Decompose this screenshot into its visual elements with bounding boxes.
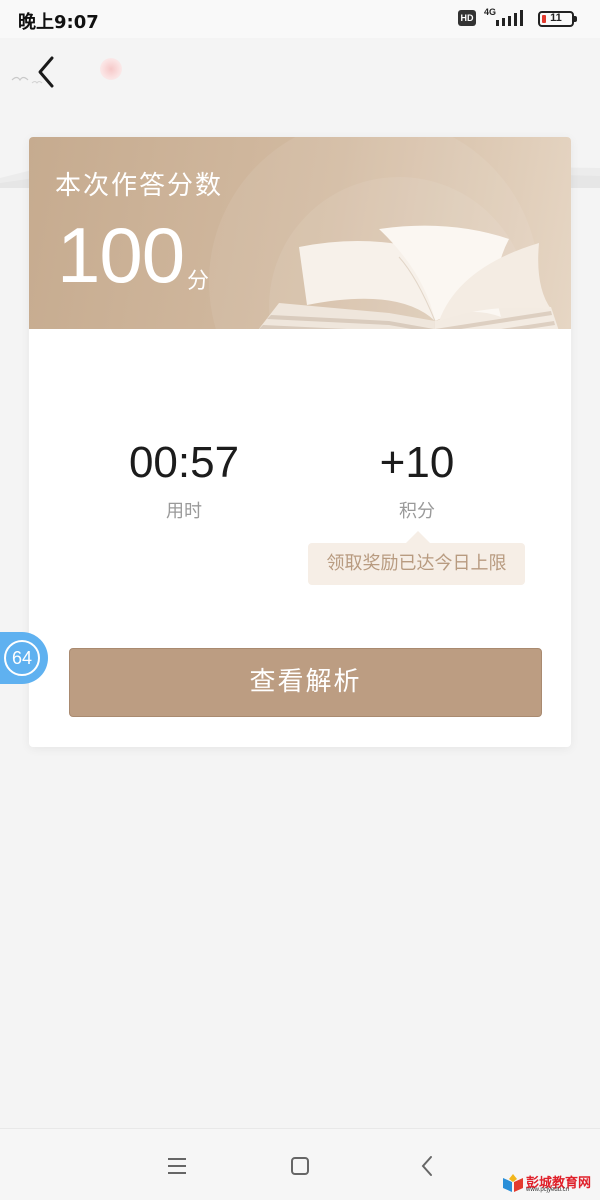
menu-button[interactable] xyxy=(162,1151,192,1181)
back-arrow-icon xyxy=(38,56,54,88)
sun-decor xyxy=(100,58,122,80)
status-time: 晚上9:07 xyxy=(18,12,99,33)
battery-level: 11 xyxy=(550,12,562,24)
system-nav-bar: 彭城教育网 www.pcjyedu.cn xyxy=(0,1128,600,1200)
time-value: 00:57 xyxy=(128,438,240,487)
score-unit: 分 xyxy=(187,269,210,294)
back-button[interactable] xyxy=(30,54,66,90)
watermark: 彭城教育网 www.pcjyedu.cn xyxy=(502,1172,594,1194)
stats-row: 00:57 用时 +10 积分 xyxy=(29,437,571,537)
header xyxy=(0,38,600,188)
score-value: 100 xyxy=(57,211,185,299)
menu-icon xyxy=(168,1158,186,1174)
result-card: 本次作答分数 100 分 00:57 用时 +10 积分 领取奖励已达今日上限 … xyxy=(29,137,571,747)
floating-badge-count: 64 xyxy=(4,640,40,676)
hd-badge: HD xyxy=(458,10,476,26)
score-title: 本次作答分数 xyxy=(55,171,224,201)
nav-back-icon xyxy=(421,1156,432,1176)
score-banner: 本次作答分数 100 分 xyxy=(29,137,571,329)
status-bar: 晚上9:07 HD 4G 11 xyxy=(0,0,600,38)
points-label: 积分 xyxy=(399,501,435,522)
home-icon xyxy=(291,1157,309,1175)
nav-back-button[interactable] xyxy=(412,1151,442,1181)
view-analysis-button[interactable]: 查看解析 xyxy=(69,648,542,717)
book-icon xyxy=(258,225,559,329)
time-label: 用时 xyxy=(166,501,202,522)
points-value: +10 xyxy=(379,438,455,487)
time-stat: 00:57 用时 xyxy=(84,437,284,523)
home-button[interactable] xyxy=(285,1151,315,1181)
watermark-sub: www.pcjyedu.cn xyxy=(526,1187,570,1193)
reward-limit-tip: 领取奖励已达今日上限 xyxy=(308,531,525,585)
battery-icon: 11 xyxy=(538,11,577,27)
watermark-logo-icon xyxy=(503,1174,523,1192)
signal-icon xyxy=(496,10,523,26)
points-stat: +10 积分 xyxy=(317,437,517,523)
network-type: 4G xyxy=(484,7,497,17)
